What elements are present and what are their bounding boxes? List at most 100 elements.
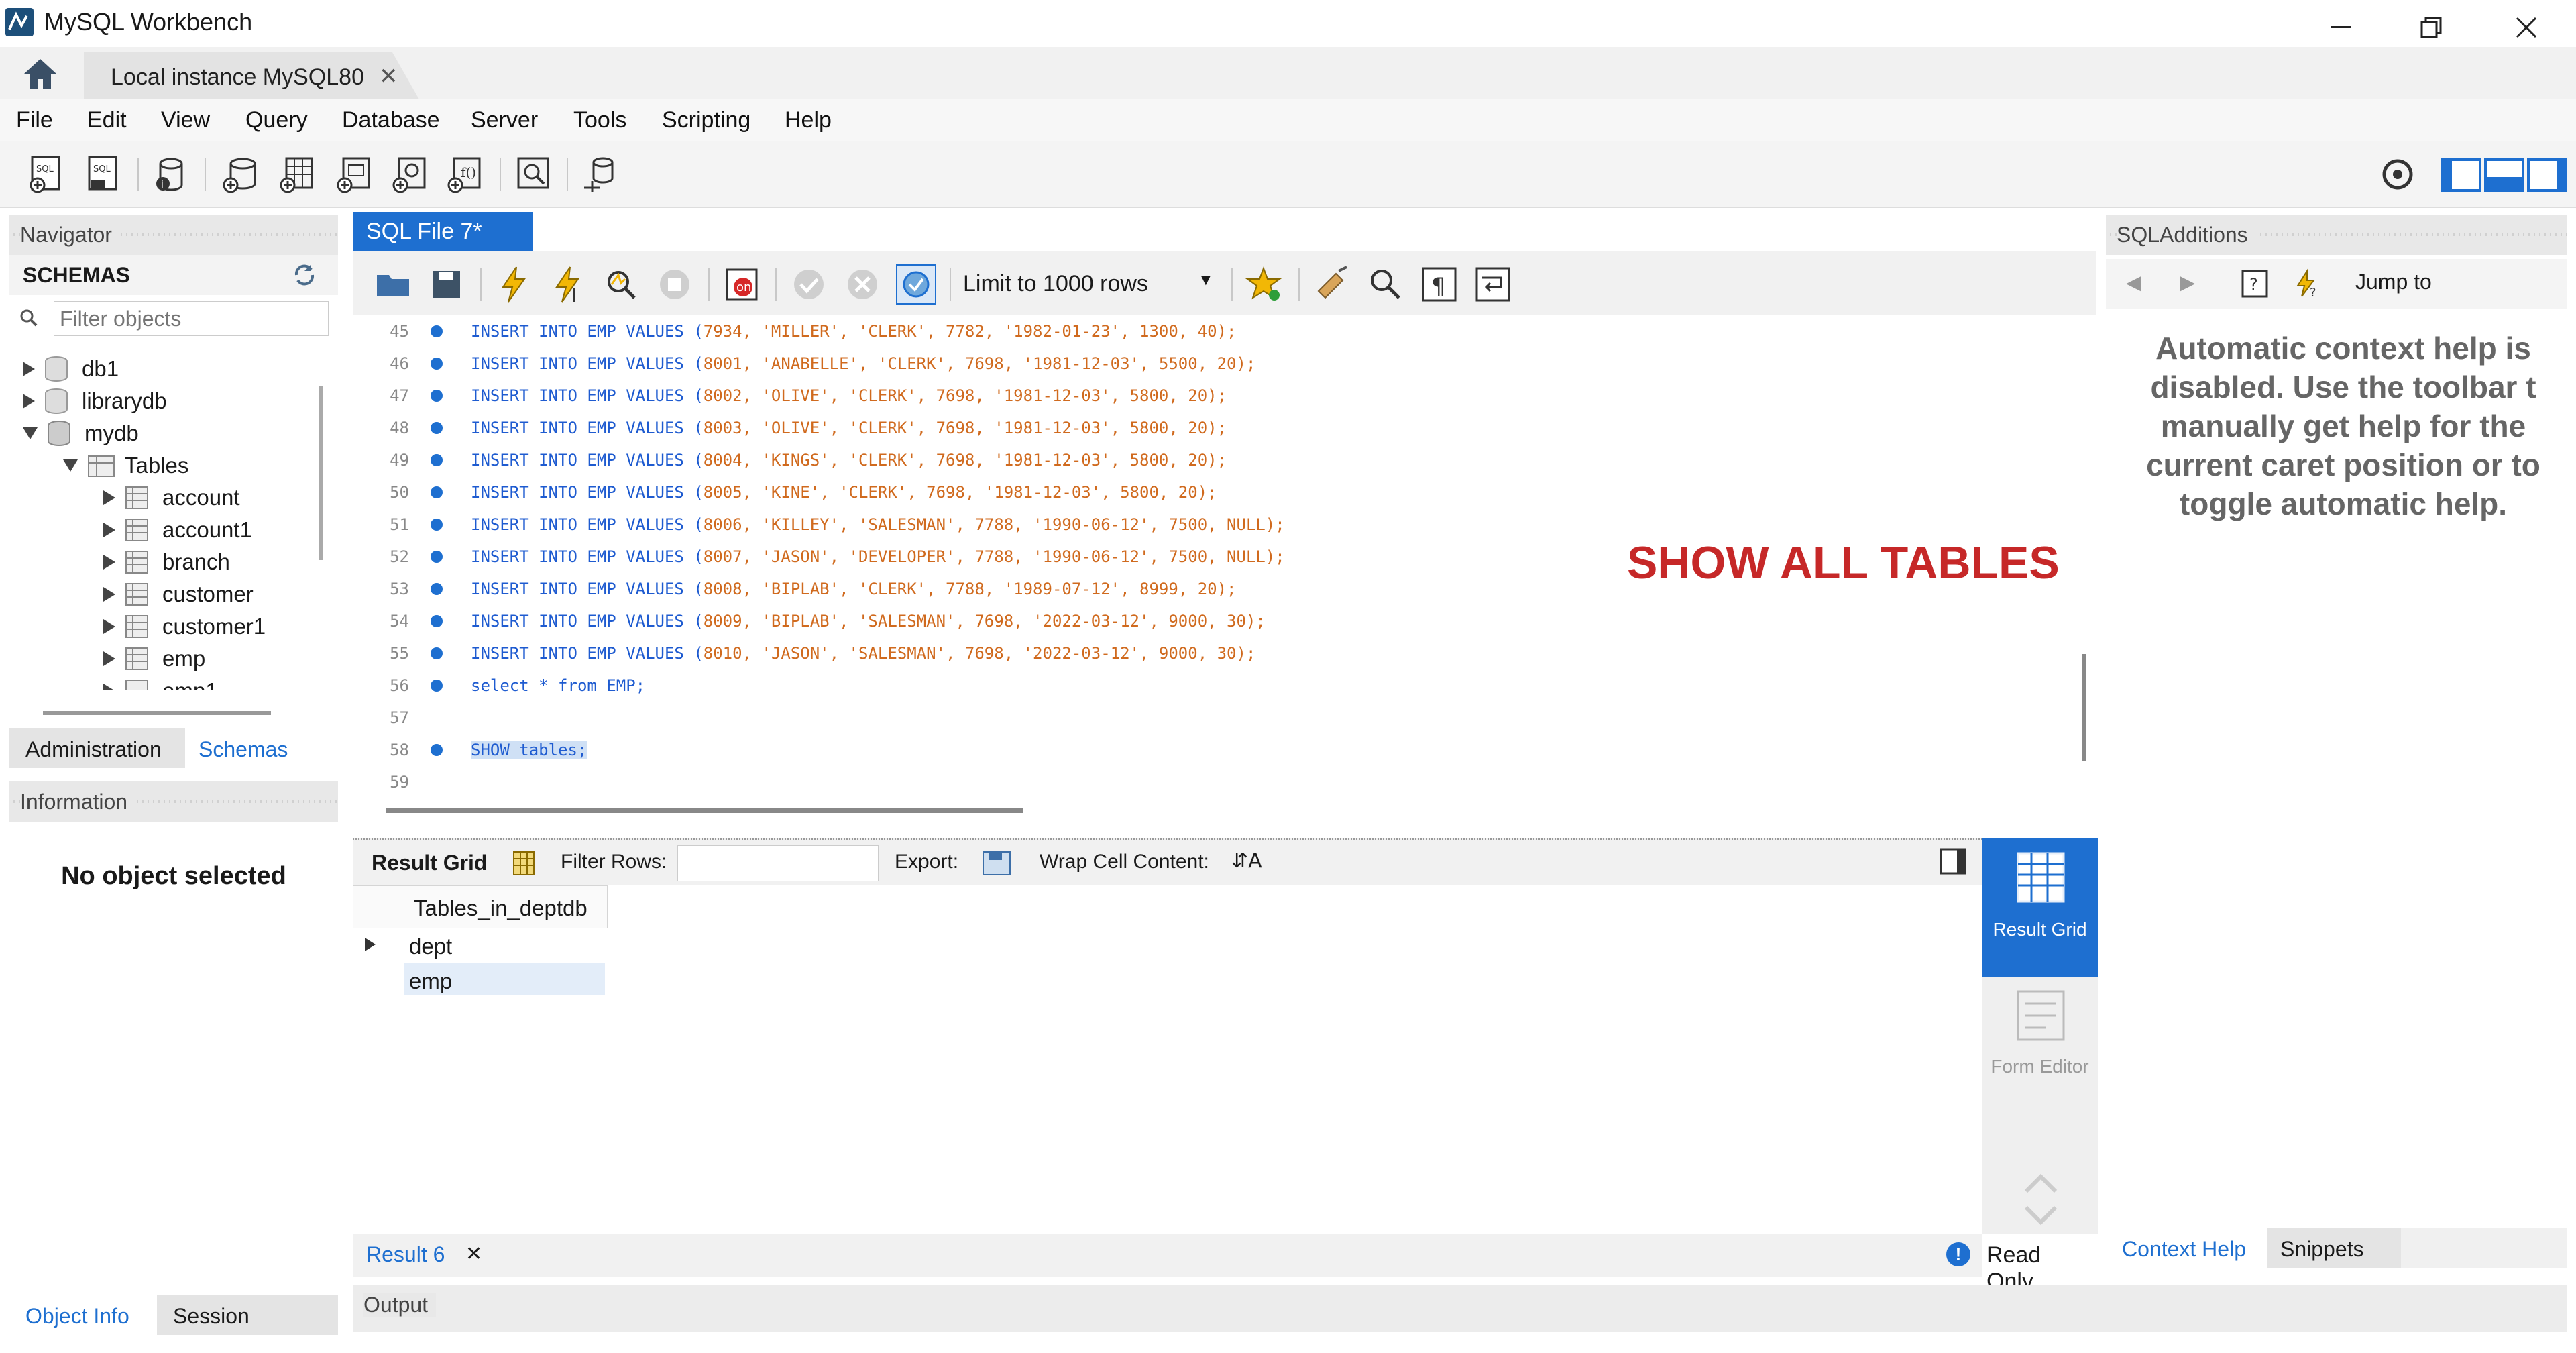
wrap-cell-icon[interactable]: ⇵A [1231,849,1262,873]
result-grid-label[interactable]: Result Grid [372,851,487,875]
add-snippet-button[interactable] [1245,264,1285,305]
preferences-button[interactable] [2377,154,2418,195]
create-procedure-button[interactable] [391,154,431,195]
form-editor-view-button[interactable]: Form Editor [1982,977,2098,1111]
close-tab-icon[interactable]: ✕ [379,63,398,90]
refresh-schemas-icon[interactable] [291,262,318,292]
editor-v-scrollbar[interactable] [2082,654,2086,761]
tables-folder[interactable]: Tables [63,449,188,482]
sql-editor[interactable]: 45 INSERT INTO EMP VALUES (7934, 'MILLER'… [353,315,2086,813]
connection-tab[interactable]: Local instance MySQL80 ✕ [84,52,419,99]
table-cell[interactable]: dept [409,934,452,959]
execute-button[interactable] [494,264,534,305]
table-emp1[interactable]: emp1 [103,675,218,690]
menu-edit[interactable]: Edit [87,107,127,133]
inspector-button[interactable]: i [151,154,191,195]
restore-button[interactable] [2404,7,2458,48]
svg-text:¶: ¶ [1431,273,1446,300]
back-icon[interactable]: ◀ [2126,271,2141,294]
create-view-button[interactable] [335,154,376,195]
grid-header-row: Tables_in_deptdb [353,885,608,928]
new-sql-tab-button[interactable]: SQL [27,154,67,195]
schema-librarydb[interactable]: librarydb [23,385,167,417]
result-view-rail: Result Grid Form Editor [1982,838,2098,1234]
export-icon[interactable] [981,848,1014,882]
table-cell[interactable]: emp [409,969,452,994]
filter-rows-label: Filter Rows: [561,851,667,873]
tree-scrollbar[interactable] [319,386,323,560]
menu-tools[interactable]: Tools [573,107,626,133]
tab-snippets[interactable]: Snippets [2267,1228,2401,1268]
explain-button[interactable] [601,264,641,305]
menu-file[interactable]: File [16,107,53,133]
schema-db1[interactable]: db1 [23,353,119,385]
close-button[interactable] [2500,7,2553,48]
minimize-button[interactable] [2314,7,2367,48]
table-row[interactable]: dept [353,928,608,963]
sql-file-tab[interactable]: SQL File 7* ✕ [353,212,533,270]
filter-objects-input[interactable] [54,301,329,336]
auto-help-icon[interactable]: ? [2291,268,2322,303]
collapse-chevron-icon[interactable] [2022,1167,2060,1231]
open-sql-script-button[interactable]: SQL [84,154,124,195]
menu-server[interactable]: Server [471,107,538,133]
connection-tab-label: Local instance MySQL80 [111,64,364,90]
search-table-data-button[interactable] [513,154,553,195]
close-result-tab-icon[interactable]: ✕ [465,1242,482,1266]
autocommit-toggle[interactable] [896,264,936,305]
execute-current-button[interactable] [547,264,587,305]
search-icon [20,309,38,327]
line-number: 51 [390,515,409,534]
table-row[interactable]: emp [353,963,608,998]
toggle-panel-icon[interactable] [1940,848,1968,879]
menu-query[interactable]: Query [245,107,308,133]
table-emp[interactable]: emp [103,643,205,675]
forward-icon[interactable]: ▶ [2180,271,2195,294]
new-sql-icon: SQL [30,156,60,193]
create-schema-icon [223,158,256,193]
wrap-icon [1475,267,1510,302]
create-schema-button[interactable] [221,154,262,195]
sql-additions-title: SQLAdditions [2117,223,2256,247]
menu-scripting[interactable]: Scripting [662,107,750,133]
grid-view-icon[interactable] [511,849,538,879]
result-tab-label[interactable]: Result 6 [366,1242,445,1267]
word-wrap-button[interactable] [1473,264,1513,305]
menu-database[interactable]: Database [342,107,440,133]
reconnect-button[interactable] [580,154,620,195]
open-file-button[interactable] [373,264,413,305]
table-branch[interactable]: branch [103,546,230,578]
find-button[interactable] [1365,264,1406,305]
table-account1[interactable]: account1 [103,514,252,546]
menu-view[interactable]: View [161,107,210,133]
tree-h-scrollbar[interactable] [43,711,271,715]
editor-h-scrollbar[interactable] [386,808,1023,813]
tab-schemas[interactable]: Schemas [185,728,338,768]
column-header[interactable]: Tables_in_deptdb [414,896,587,921]
schema-mydb[interactable]: mydb [23,417,139,449]
filter-rows-input[interactable] [677,845,879,881]
save-button[interactable] [427,264,467,305]
create-function-button[interactable]: f() [446,154,486,195]
create-table-button[interactable] [278,154,319,195]
tab-object-info[interactable]: Object Info [9,1295,157,1335]
tab-context-help[interactable]: Context Help [2106,1228,2267,1268]
home-tab[interactable] [0,47,80,99]
menu-help[interactable]: Help [785,107,832,133]
info-tabs: Object Info Session [9,1295,338,1335]
toggle-error-stop-button[interactable]: on [722,264,762,305]
table-customer1[interactable]: customer1 [103,610,266,643]
beautify-button[interactable] [1312,264,1352,305]
tab-administration[interactable]: Administration [9,728,185,768]
panel-layout-toggles[interactable] [2441,154,2569,195]
output-panel-header[interactable]: Output [353,1285,2567,1332]
manual-help-icon[interactable]: ? [2240,268,2271,303]
tab-session[interactable]: Session [157,1295,338,1335]
invisible-chars-button[interactable]: ¶ [1419,264,1459,305]
jump-to-select[interactable]: Jump to [2347,270,2561,298]
result-grid-view-button[interactable]: Result Grid [1982,838,2098,977]
limit-rows-select[interactable]: Limit to 1000 rows ▼ [956,264,1225,302]
table-account[interactable]: account [103,482,240,514]
line-number: 55 [390,644,409,663]
table-customer[interactable]: customer [103,578,254,610]
